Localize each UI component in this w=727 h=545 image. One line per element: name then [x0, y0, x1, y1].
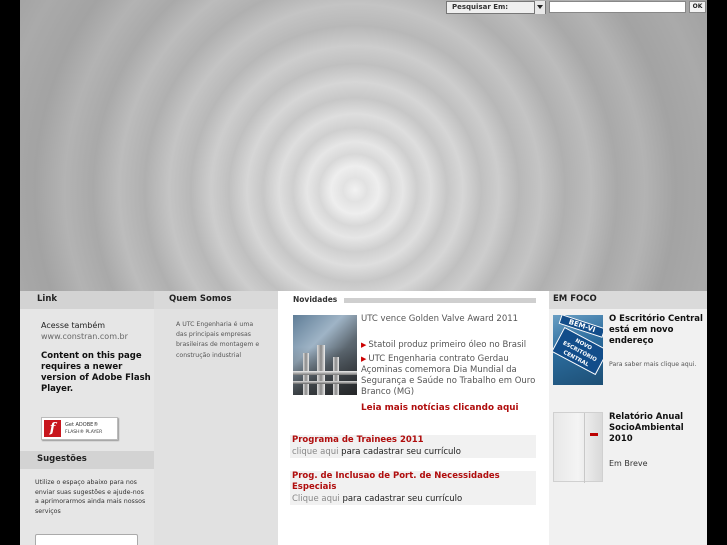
- hero-flash-banner: [20, 0, 707, 291]
- promo-inclusao[interactable]: Prog. de Inclusao de Port. de Necessidad…: [290, 471, 536, 505]
- quem-somos-column: Quem Somos A UTC Engenharia é uma das pr…: [154, 291, 278, 545]
- em-foco-heading: EM FOCO: [549, 291, 707, 309]
- promo-trainees[interactable]: Programa de Trainees 2011 clique aqui pa…: [290, 435, 536, 458]
- flash-required-message: Content on this page requires a newer ve…: [41, 351, 151, 394]
- foco-office-title[interactable]: O Escritório Central está em novo endere…: [609, 314, 704, 347]
- sugestoes-heading: Sugestões: [20, 451, 154, 469]
- foco-report-sub: Em Breve: [609, 459, 648, 468]
- news-photo[interactable]: [293, 315, 357, 395]
- flash-badge-get: Get ADOBE®: [65, 422, 99, 428]
- sugestoes-input[interactable]: [35, 534, 138, 545]
- em-foco-column: EM FOCO BEM-VI NOVO ESCRITÓRIO CENTRAL O…: [549, 291, 707, 545]
- promo-title: Programa de Trainees 2011: [292, 435, 424, 445]
- promo-rest: para cadastrar seu currículo: [341, 447, 461, 457]
- search-scope-label: Pesquisar Em:: [452, 3, 509, 11]
- search-input[interactable]: [549, 1, 686, 13]
- quem-somos-heading: Quem Somos: [154, 291, 278, 309]
- promo-sub: clique aqui para cadastrar seu currículo: [290, 446, 536, 458]
- acesse-label: Acesse também: [41, 321, 106, 330]
- novidades-divider: [344, 298, 536, 303]
- novidades-column: Novidades UTC vence Golden Valve Award 2…: [278, 291, 549, 545]
- news-item-text: UTC Engenharia contrato Gerdau Açominas …: [361, 354, 536, 397]
- office-sign-photo[interactable]: BEM-VI NOVO ESCRITÓRIO CENTRAL: [553, 315, 603, 385]
- quem-somos-text: A UTC Engenharia é uma das principais em…: [176, 321, 260, 359]
- promo-title: Prog. de Inclusao de Port. de Necessidad…: [292, 471, 500, 492]
- foco-office-sub[interactable]: Para saber mais clique aqui.: [609, 361, 696, 368]
- news-item[interactable]: ▶ Statoil produz primeiro óleo no Brasil: [361, 340, 539, 351]
- link-column: Link Acesse também www.constran.com.br C…: [20, 291, 154, 545]
- report-cover-image[interactable]: [553, 412, 603, 483]
- news-item[interactable]: ▶ UTC Engenharia contrato Gerdau Açominas…: [361, 354, 539, 398]
- flash-badge-player: FLASH® PLAYER: [65, 430, 103, 435]
- promo-sub: Clique aqui para cadastrar seu currículo: [290, 493, 536, 505]
- search-scope-select[interactable]: Pesquisar Em:: [446, 1, 546, 14]
- novidades-heading: Novidades: [293, 295, 338, 304]
- utc-logo-icon: [590, 433, 598, 436]
- promo-rest: para cadastrar seu currículo: [342, 494, 463, 504]
- arrow-right-icon: ▶: [361, 355, 367, 363]
- news-item-text: Statoil produz primeiro óleo no Brasil: [368, 340, 527, 350]
- sugestoes-text: Utilize o espaço abaixo para nos enviar …: [35, 479, 146, 515]
- get-flash-player-button[interactable]: f Get ADOBE® FLASH® PLAYER: [41, 417, 118, 440]
- search-ok-button[interactable]: OK: [689, 1, 706, 13]
- arrow-right-icon: ▶: [361, 341, 367, 349]
- constran-link[interactable]: www.constran.com.br: [41, 332, 128, 341]
- flash-logo-icon: f: [44, 420, 61, 437]
- link-heading: Link: [20, 291, 154, 309]
- promo-link[interactable]: clique aqui: [292, 447, 338, 457]
- chevron-down-icon[interactable]: [534, 1, 545, 14]
- promo-link[interactable]: Clique aqui: [292, 494, 340, 504]
- foco-report-title[interactable]: Relatório Anual SocioAmbiental 2010: [609, 412, 704, 445]
- more-news-link[interactable]: Leia mais notícias clicando aqui: [361, 403, 519, 413]
- news-headline[interactable]: UTC vence Golden Valve Award 2011: [361, 314, 536, 325]
